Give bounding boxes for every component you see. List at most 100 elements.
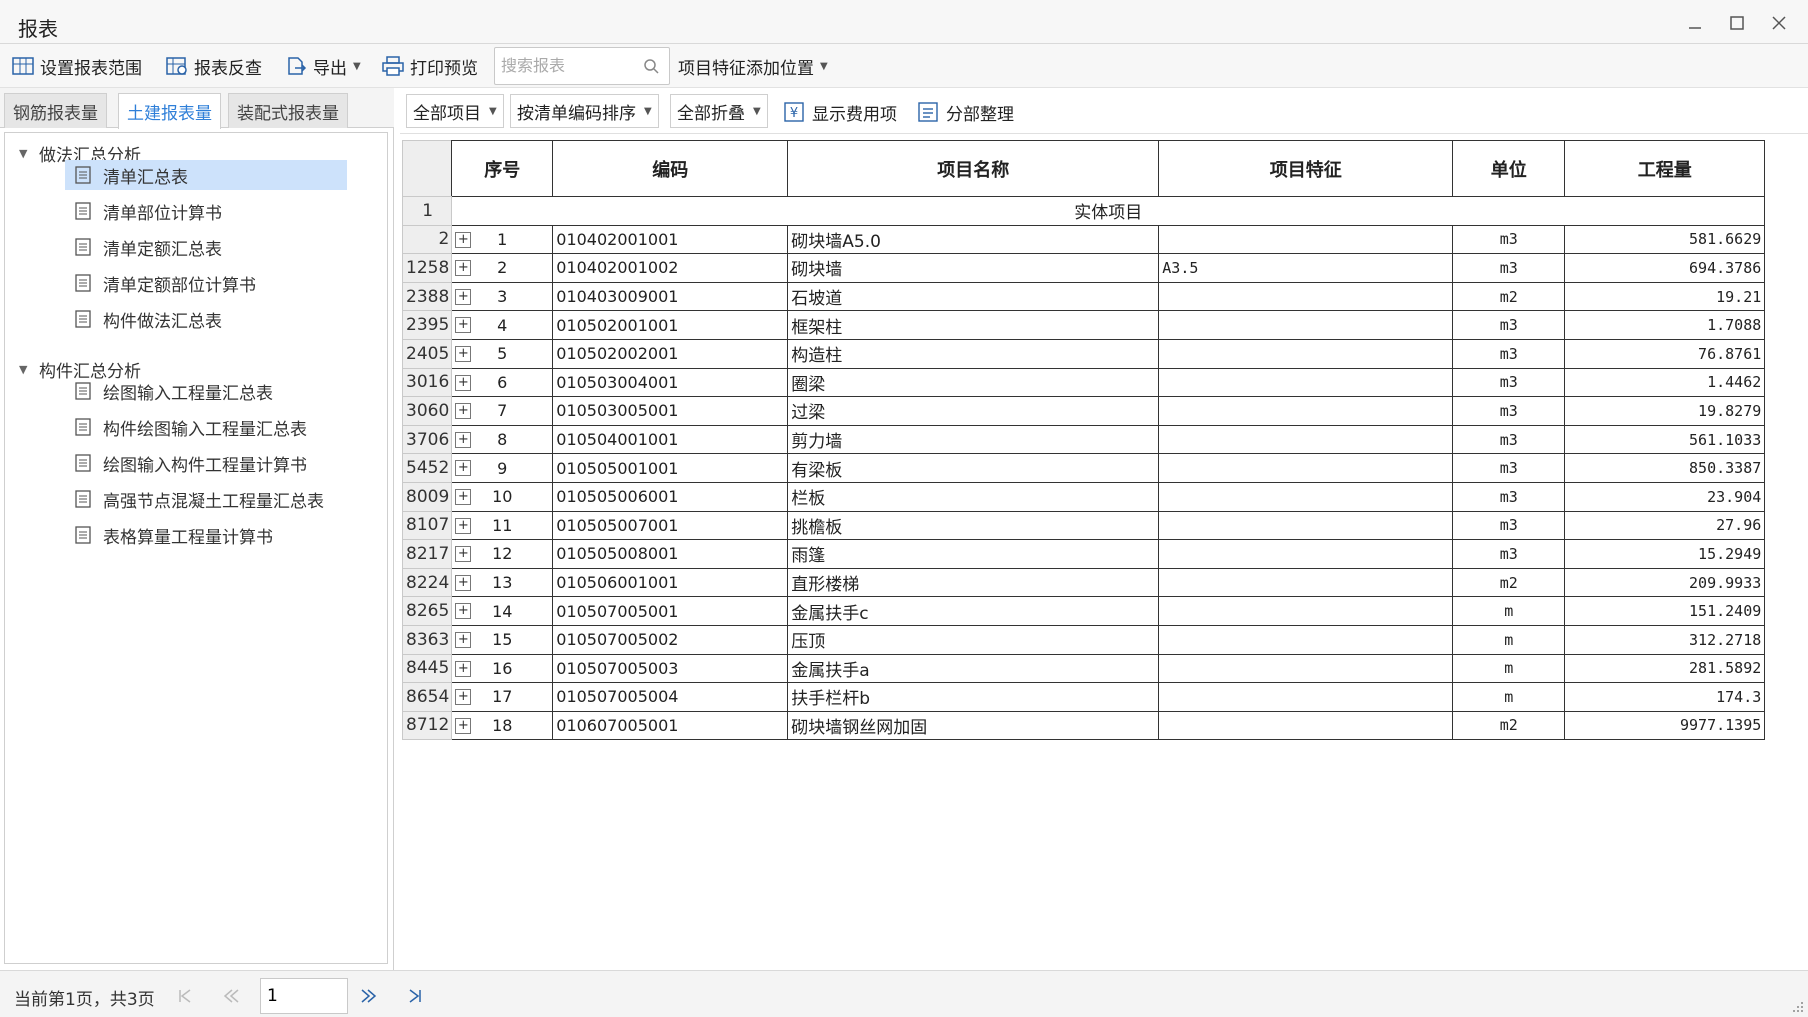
name-cell[interactable]: 金属扶手a xyxy=(787,653,1160,684)
name-cell[interactable]: 有梁板 xyxy=(787,453,1160,483)
prev-page-icon[interactable] xyxy=(218,983,244,1009)
expand-icon[interactable]: + xyxy=(455,631,472,648)
feature-cell[interactable]: A3.5 xyxy=(1158,253,1454,283)
table-row[interactable]: 2395 +4 010502001001 框架柱 m3 1.7088 xyxy=(401,310,1766,340)
quantity-cell[interactable]: 581.6629 xyxy=(1564,224,1766,255)
feature-cell[interactable] xyxy=(1158,481,1454,512)
name-cell[interactable]: 挑檐板 xyxy=(787,510,1160,541)
table-row[interactable]: 2388 +3 010403009001 石坡道 m2 19.21 xyxy=(401,281,1766,312)
quantity-cell[interactable]: 850.3387 xyxy=(1564,453,1766,483)
column-header[interactable]: 工程量 xyxy=(1564,140,1766,197)
expand-icon[interactable]: + xyxy=(455,689,472,706)
expand-icon[interactable]: + xyxy=(455,403,472,420)
tree-item-bill-summary[interactable]: 清单汇总表 xyxy=(65,160,347,190)
unit-cell[interactable]: m3 xyxy=(1452,396,1566,426)
table-row[interactable]: 8654 +17 010507005004 扶手栏杆b m 174.3 xyxy=(401,682,1766,712)
close-icon[interactable] xyxy=(1762,8,1796,38)
name-cell[interactable]: 压顶 xyxy=(787,624,1160,655)
name-cell[interactable]: 直形楼梯 xyxy=(787,567,1160,598)
quantity-cell[interactable]: 694.3786 xyxy=(1564,253,1766,283)
tree-item-high-strength-concrete-summary[interactable]: 高强节点混凝土工程量汇总表 xyxy=(65,484,347,514)
quantity-cell[interactable]: 23.904 xyxy=(1564,481,1766,512)
seq-cell[interactable]: +9 xyxy=(451,453,554,483)
quantity-cell[interactable]: 15.2949 xyxy=(1564,539,1766,569)
feature-cell[interactable] xyxy=(1158,510,1454,541)
expand-icon[interactable]: + xyxy=(455,374,472,391)
tree-item-drawing-input-summary[interactable]: 绘图输入工程量汇总表 xyxy=(65,376,347,406)
quantity-cell[interactable]: 151.2409 xyxy=(1564,596,1766,626)
table-row[interactable]: 8445 +16 010507005003 金属扶手a m 281.5892 xyxy=(401,653,1766,684)
code-cell[interactable]: 010505006001 xyxy=(552,481,789,512)
report-check-button[interactable]: 报表反查 xyxy=(166,52,262,80)
collapse-dropdown[interactable]: 全部折叠 ▼ xyxy=(670,94,768,128)
search-input[interactable] xyxy=(495,48,635,82)
feature-cell[interactable] xyxy=(1158,453,1454,483)
table-row[interactable]: 8107 +11 010505007001 挑檐板 m3 27.96 xyxy=(401,510,1766,541)
quantity-cell[interactable]: 9977.1395 xyxy=(1564,710,1766,741)
quantity-cell[interactable]: 1.4462 xyxy=(1564,367,1766,398)
page-number-input[interactable] xyxy=(260,978,348,1014)
code-cell[interactable]: 010507005004 xyxy=(552,682,789,712)
seq-cell[interactable]: +1 xyxy=(451,224,554,255)
unit-cell[interactable]: m3 xyxy=(1452,424,1566,455)
table-row[interactable]: 8217 +12 010505008001 雨篷 m3 15.2949 xyxy=(401,539,1766,569)
unit-cell[interactable]: m3 xyxy=(1452,253,1566,283)
feature-cell[interactable] xyxy=(1158,224,1454,255)
table-row[interactable]: 8009 +10 010505006001 栏板 m3 23.904 xyxy=(401,481,1766,512)
tree-item-table-quantity-calc[interactable]: 表格算量工程量计算书 xyxy=(65,520,347,550)
feature-cell[interactable] xyxy=(1158,710,1454,741)
tab-civil-report[interactable]: 土建报表量 xyxy=(118,93,221,129)
tree-item-drawing-component-calc[interactable]: 绘图输入构件工程量计算书 xyxy=(65,448,347,478)
seq-cell[interactable]: +17 xyxy=(451,682,554,712)
code-cell[interactable]: 010507005002 xyxy=(552,624,789,655)
seq-cell[interactable]: +5 xyxy=(451,338,554,369)
code-cell[interactable]: 010502002001 xyxy=(552,338,789,369)
expand-icon[interactable]: + xyxy=(455,460,472,477)
feature-cell[interactable] xyxy=(1158,624,1454,655)
feature-cell[interactable] xyxy=(1158,396,1454,426)
code-cell[interactable]: 010507005001 xyxy=(552,596,789,626)
code-cell[interactable]: 010504001001 xyxy=(552,424,789,455)
column-header[interactable]: 项目名称 xyxy=(787,140,1160,197)
code-cell[interactable]: 010503005001 xyxy=(552,396,789,426)
table-row[interactable]: 3016 +6 010503004001 圈梁 m3 1.4462 xyxy=(401,367,1766,398)
seq-cell[interactable]: +14 xyxy=(451,596,554,626)
column-header[interactable]: 项目特征 xyxy=(1158,140,1454,197)
tree-item-component-drawing-summary[interactable]: 构件绘图输入工程量汇总表 xyxy=(65,412,347,442)
last-page-icon[interactable] xyxy=(402,983,428,1009)
unit-cell[interactable]: m2 xyxy=(1452,281,1566,312)
tab-prefab-report[interactable]: 装配式报表量 xyxy=(228,93,348,128)
code-cell[interactable]: 010505008001 xyxy=(552,539,789,569)
seq-cell[interactable]: +6 xyxy=(451,367,554,398)
next-page-icon[interactable] xyxy=(356,983,382,1009)
table-row[interactable]: 8712 +18 010607005001 砌块墙钢丝网加固 m2 9977.1395 xyxy=(401,710,1766,741)
seq-cell[interactable]: +13 xyxy=(451,567,554,598)
table-row[interactable]: 5452 +9 010505001001 有梁板 m3 850.3387 xyxy=(401,453,1766,483)
expand-icon[interactable]: + xyxy=(455,488,472,505)
name-cell[interactable]: 石坡道 xyxy=(787,281,1160,312)
feature-cell[interactable] xyxy=(1158,539,1454,569)
unit-cell[interactable]: m3 xyxy=(1452,338,1566,369)
unit-cell[interactable]: m xyxy=(1452,596,1566,626)
seq-cell[interactable]: +12 xyxy=(451,539,554,569)
feature-cell[interactable] xyxy=(1158,424,1454,455)
quantity-cell[interactable]: 174.3 xyxy=(1564,682,1766,712)
feature-cell[interactable] xyxy=(1158,367,1454,398)
tab-rebar-report[interactable]: 钢筋报表量 xyxy=(4,93,107,128)
tree-item-bill-location-calc[interactable]: 清单部位计算书 xyxy=(65,196,347,226)
set-range-button[interactable]: 设置报表范围 xyxy=(12,52,142,80)
unit-cell[interactable]: m3 xyxy=(1452,224,1566,255)
code-cell[interactable]: 010505007001 xyxy=(552,510,789,541)
table-row[interactable]: 8265 +14 010507005001 金属扶手c m 151.2409 xyxy=(401,596,1766,626)
feature-position-dropdown[interactable]: 项目特征添加位置 ▼ xyxy=(678,52,828,80)
search-icon[interactable] xyxy=(643,58,659,74)
name-cell[interactable]: 框架柱 xyxy=(787,310,1160,340)
expand-icon[interactable]: + xyxy=(455,317,472,334)
name-cell[interactable]: 砌块墙A5.0 xyxy=(787,224,1160,255)
name-cell[interactable]: 栏板 xyxy=(787,481,1160,512)
seq-cell[interactable]: +18 xyxy=(451,710,554,741)
unit-cell[interactable]: m3 xyxy=(1452,310,1566,340)
table-row[interactable]: 8363 +15 010507005002 压顶 m 312.2718 xyxy=(401,624,1766,655)
quantity-cell[interactable]: 1.7088 xyxy=(1564,310,1766,340)
feature-cell[interactable] xyxy=(1158,567,1454,598)
